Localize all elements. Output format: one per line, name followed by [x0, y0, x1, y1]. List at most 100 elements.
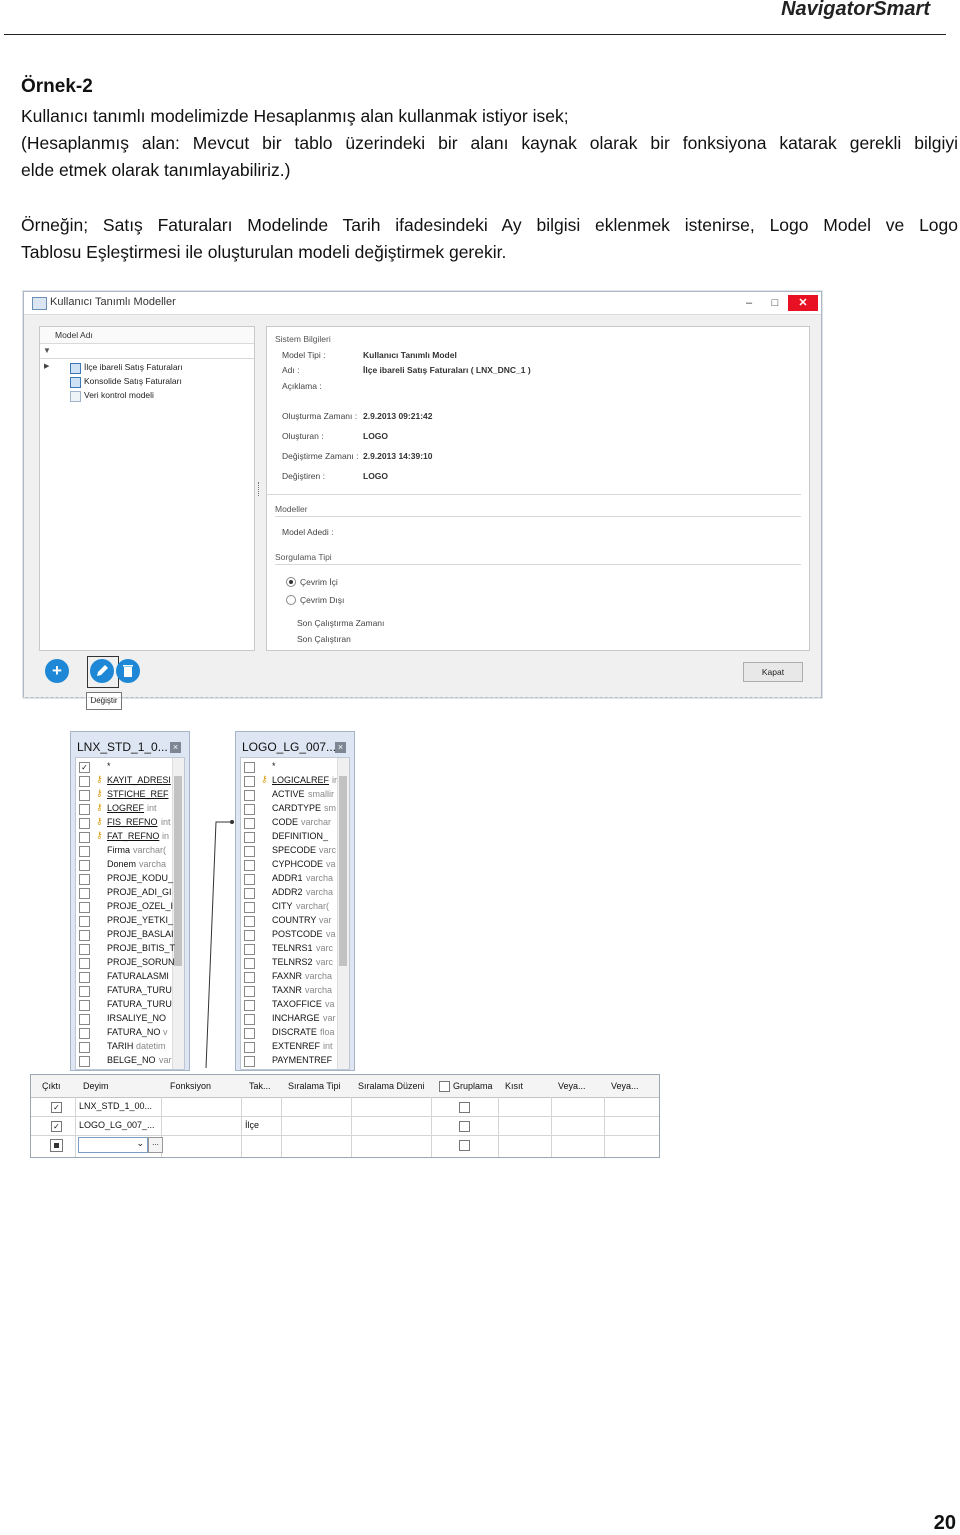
grid-header-cell[interactable]: Kısıt [505, 1081, 523, 1091]
column-row[interactable]: TELNRS2 varc [241, 956, 349, 970]
column-checkbox[interactable] [79, 790, 90, 801]
column-row[interactable]: PROJE_SORUN [76, 956, 184, 970]
column-checkbox[interactable] [244, 1000, 255, 1011]
column-checkbox[interactable] [244, 874, 255, 885]
table-box-header[interactable]: LOGO_LG_007... × [236, 732, 354, 756]
table-box-logo[interactable]: LOGO_LG_007... × * ⚷ LOGICALREF ir ACTIVE sma… [235, 731, 355, 1071]
column-row[interactable]: TAXNR varcha [241, 984, 349, 998]
column-row[interactable]: TELNRS1 varc [241, 942, 349, 956]
column-checkbox[interactable] [79, 972, 90, 983]
column-checkbox[interactable] [79, 1000, 90, 1011]
column-checkbox[interactable] [79, 1028, 90, 1039]
column-row[interactable]: CYPHCODE va [241, 858, 349, 872]
column-checkbox[interactable] [79, 958, 90, 969]
column-checkbox[interactable] [79, 1014, 90, 1025]
grid-header-cell[interactable]: Veya... [611, 1081, 639, 1091]
column-checkbox[interactable] [244, 818, 255, 829]
column-row[interactable]: IRSALIYE_NO [76, 1012, 184, 1026]
offline-radio[interactable] [286, 595, 296, 605]
list-item[interactable]: Konsolide Satış Faturaları [40, 375, 254, 389]
column-row[interactable]: TAXOFFICE va [241, 998, 349, 1012]
column-row[interactable]: Donem varcha [76, 858, 184, 872]
column-checkbox[interactable]: ✓ [79, 762, 90, 773]
output-checkbox[interactable]: ✓ [51, 1102, 62, 1113]
column-row[interactable]: PROJE_YETKI_ [76, 914, 184, 928]
expression-cell[interactable]: LNX_STD_1_00... [79, 1101, 152, 1111]
column-row[interactable]: ADDR1 varcha [241, 872, 349, 886]
chevron-down-icon[interactable]: ⌄ [136, 1138, 144, 1149]
column-row[interactable]: COUNTRY var [241, 914, 349, 928]
column-checkbox[interactable] [79, 832, 90, 843]
column-row[interactable]: CARDTYPE sm [241, 802, 349, 816]
column-row[interactable]: FATURA_TURU [76, 998, 184, 1012]
minimize-button[interactable]: – [736, 295, 762, 311]
column-row[interactable]: ACTIVE smallir [241, 788, 349, 802]
grid-header-cell[interactable]: Çıktı [42, 1081, 61, 1091]
column-checkbox[interactable] [244, 972, 255, 983]
table-row-new[interactable]: ⌄ ... [31, 1135, 659, 1154]
column-checkbox[interactable] [244, 930, 255, 941]
delete-model-button[interactable] [116, 659, 140, 683]
column-checkbox[interactable] [79, 930, 90, 941]
close-button[interactable]: Kapat [743, 662, 803, 682]
grid-header-cell[interactable]: Fonksiyon [170, 1081, 211, 1091]
output-checkbox[interactable]: ✓ [51, 1121, 62, 1132]
column-row[interactable]: ⚷ STFICHE_REF [76, 788, 184, 802]
column-checkbox[interactable] [244, 916, 255, 927]
column-row[interactable]: PROJE_KODU_ [76, 872, 184, 886]
column-row[interactable]: FATURA_NO v [76, 1026, 184, 1040]
table-row[interactable]: ✓ LNX_STD_1_00... [31, 1097, 659, 1117]
column-checkbox[interactable] [244, 1028, 255, 1039]
column-checkbox[interactable] [79, 888, 90, 899]
column-row[interactable]: ⚷ FIS_REFNO int [76, 816, 184, 830]
column-row[interactable]: PROJE_ADI_GI [76, 886, 184, 900]
column-checkbox[interactable] [244, 790, 255, 801]
column-checkbox[interactable] [79, 860, 90, 871]
column-row[interactable]: CODE varchar [241, 816, 349, 830]
column-checkbox[interactable] [244, 944, 255, 955]
filter-icon[interactable]: ▼ [43, 346, 51, 355]
column-checkbox[interactable] [79, 1042, 90, 1053]
column-checkbox[interactable] [244, 846, 255, 857]
column-row[interactable]: EXTENREF int [241, 1040, 349, 1054]
alias-cell[interactable]: İlçe [245, 1120, 259, 1130]
column-row[interactable]: ADDR2 varcha [241, 886, 349, 900]
column-row[interactable]: PAYMENTREF [241, 1054, 349, 1068]
column-checkbox[interactable] [244, 888, 255, 899]
close-window-button[interactable]: ✕ [788, 295, 818, 311]
column-checkbox[interactable] [79, 944, 90, 955]
filter-row[interactable]: ▼ [40, 344, 254, 359]
output-checkbox[interactable] [50, 1139, 63, 1152]
grouping-checkbox[interactable] [459, 1121, 470, 1132]
add-model-button[interactable]: + [45, 659, 69, 683]
column-checkbox[interactable] [244, 1056, 255, 1067]
grid-header-cell[interactable]: Deyim [83, 1081, 109, 1091]
column-checkbox[interactable] [244, 776, 255, 787]
grid-header-cell[interactable]: Veya... [558, 1081, 586, 1091]
column-row[interactable]: SPECODE varc [241, 844, 349, 858]
column-row[interactable]: DISCRATE floa [241, 1026, 349, 1040]
maximize-button[interactable]: □ [762, 295, 788, 311]
model-list-header[interactable]: Model Adı [40, 327, 254, 344]
column-row[interactable]: ✓ * [76, 760, 184, 774]
column-row[interactable]: INCHARGE var [241, 1012, 349, 1026]
column-row[interactable]: DEFINITION_ [241, 830, 349, 844]
column-checkbox[interactable] [79, 846, 90, 857]
column-row[interactable]: TARIH datetim [76, 1040, 184, 1054]
online-radio[interactable] [286, 577, 296, 587]
column-checkbox[interactable] [244, 860, 255, 871]
column-checkbox[interactable] [79, 902, 90, 913]
column-checkbox[interactable] [244, 832, 255, 843]
column-row[interactable]: Firma varchar( [76, 844, 184, 858]
list-item[interactable]: Veri kontrol modeli [40, 389, 254, 403]
column-checkbox[interactable] [244, 1014, 255, 1025]
column-checkbox[interactable] [79, 776, 90, 787]
column-row[interactable]: PROJE_BASLAI [76, 928, 184, 942]
grid-header-cell[interactable]: Tak... [249, 1081, 271, 1091]
expression-cell[interactable]: LOGO_LG_007_... [79, 1120, 155, 1130]
column-row[interactable]: ⚷ LOGREF int [76, 802, 184, 816]
column-checkbox[interactable] [79, 874, 90, 885]
column-checkbox[interactable] [244, 958, 255, 969]
column-row[interactable]: FATURA_TURU [76, 984, 184, 998]
column-checkbox[interactable] [244, 1042, 255, 1053]
